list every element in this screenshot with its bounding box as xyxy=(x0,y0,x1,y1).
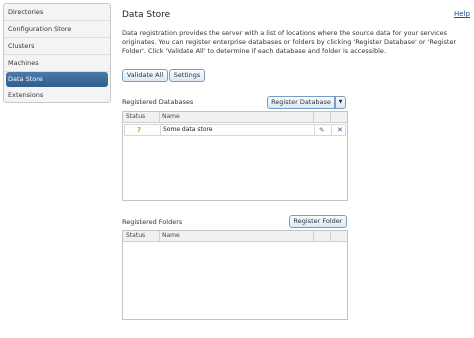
column-divider xyxy=(330,112,331,122)
sidebar-item-clusters[interactable]: Clusters xyxy=(4,38,110,55)
folders-table-header: Status Name xyxy=(123,231,347,242)
table-row[interactable]: ? Some data store ✎ ✕ xyxy=(124,124,346,136)
pencil-icon[interactable]: ✎ xyxy=(319,125,324,135)
column-header-status[interactable]: Status xyxy=(126,231,145,241)
databases-table-header: Status Name xyxy=(123,112,347,123)
column-divider xyxy=(314,125,315,135)
registered-databases-label: Registered Databases xyxy=(122,98,194,106)
column-divider xyxy=(331,125,332,135)
sidebar-item-extensions[interactable]: Extensions xyxy=(4,87,110,102)
registered-folders-label: Registered Folders xyxy=(122,218,183,226)
help-link[interactable]: Help xyxy=(454,10,470,18)
chevron-down-icon: ▼ xyxy=(338,99,343,105)
column-divider xyxy=(159,112,160,122)
close-icon[interactable]: ✕ xyxy=(337,125,343,135)
column-header-name[interactable]: Name xyxy=(162,231,180,241)
page-description: Data registration provides the server wi… xyxy=(122,29,457,55)
databases-table: Status Name ? Some data store ✎ ✕ xyxy=(122,111,348,201)
sidebar-item-configuration-store[interactable]: Configuration Store xyxy=(4,21,110,38)
database-name: Some data store xyxy=(163,126,213,133)
column-divider xyxy=(330,231,331,241)
question-icon: ? xyxy=(137,126,142,134)
page-title: Data Store xyxy=(122,10,171,20)
register-database-dropdown[interactable]: ▼ xyxy=(335,96,346,109)
settings-button[interactable]: Settings xyxy=(169,69,205,82)
column-divider xyxy=(313,112,314,122)
column-divider xyxy=(159,231,160,241)
sidebar-item-data-store[interactable]: Data Store xyxy=(6,72,108,87)
sidebar-item-machines[interactable]: Machines xyxy=(4,55,110,72)
column-header-name[interactable]: Name xyxy=(162,112,180,122)
sidebar-nav: Directories Configuration Store Clusters… xyxy=(3,3,111,103)
register-database-button[interactable]: Register Database xyxy=(267,96,335,109)
column-header-status[interactable]: Status xyxy=(126,112,145,122)
column-divider xyxy=(313,231,314,241)
register-folder-button[interactable]: Register Folder xyxy=(289,215,347,228)
sidebar-item-directories[interactable]: Directories xyxy=(4,4,110,21)
column-divider xyxy=(160,125,161,135)
validate-all-button[interactable]: Validate All xyxy=(122,69,168,82)
folders-table: Status Name xyxy=(122,230,348,320)
